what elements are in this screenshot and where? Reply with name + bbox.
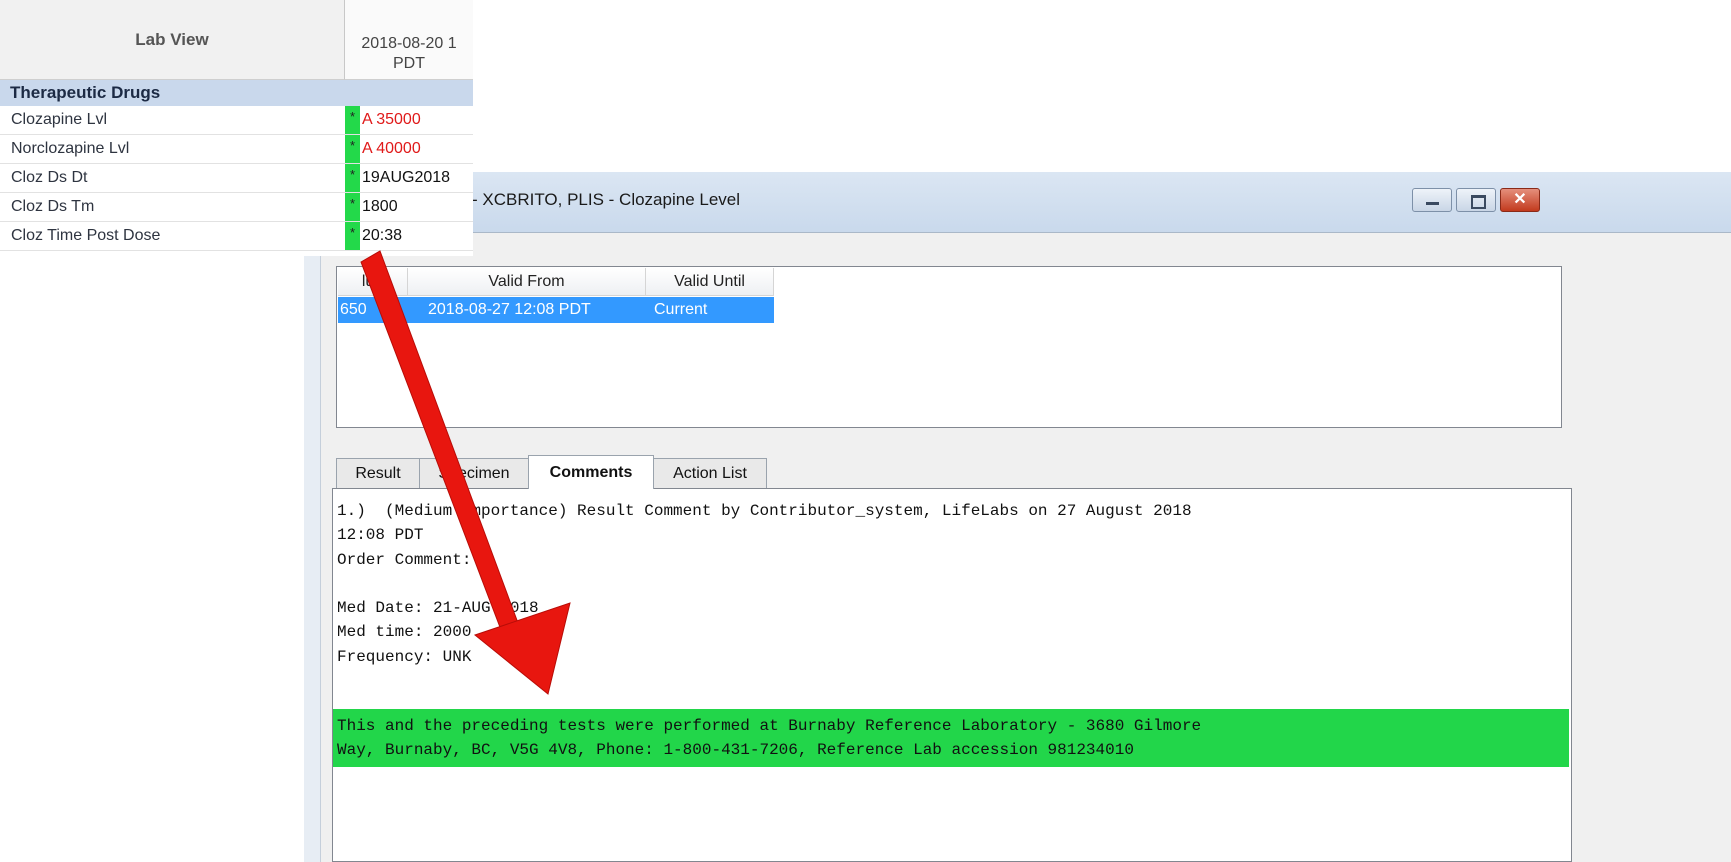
column-header-value[interactable]: lue — [338, 268, 408, 296]
maximize-button[interactable] — [1456, 188, 1496, 212]
history-cell-valid-from: 2018-08-27 12:08 PDT — [428, 301, 591, 318]
lab-row-dose-date[interactable]: Cloz Ds Dt * 19AUG2018 — [0, 164, 473, 193]
comment-line: Med time: 2000 — [337, 623, 472, 642]
result-flag: * — [345, 193, 360, 221]
lab-row-norclozapine[interactable]: Norclozapine Lvl * A 40000 — [0, 135, 473, 164]
tab-action-list[interactable]: Action List — [653, 458, 767, 489]
result-value[interactable]: 1800 — [362, 193, 473, 221]
dialog-left-pane-edge — [304, 232, 321, 862]
lab-note-line: Way, Burnaby, BC, V5G 4V8, Phone: 1-800-… — [337, 741, 1134, 760]
comment-text: 1.) (Medium Importance) Result Comment b… — [337, 499, 1567, 669]
date-header-timezone: PDT — [393, 55, 425, 72]
result-flag: * — [345, 135, 360, 163]
value-history-header: lue Valid From Valid Until — [338, 268, 774, 296]
tab-result[interactable]: Result — [336, 458, 420, 489]
detail-tabs: Result Specimen Comments Action List — [336, 455, 767, 489]
lab-row-time-post-dose[interactable]: Cloz Time Post Dose * 20:38 — [0, 222, 473, 251]
value-history-row[interactable]: 650 2018-08-27 12:08 PDT Current — [338, 297, 774, 323]
value-history-list[interactable]: lue Valid From Valid Until 650 2018-08-2… — [336, 266, 1562, 428]
lab-view-header: Lab View — [0, 0, 345, 80]
lab-row-name: Cloz Time Post Dose — [11, 227, 161, 244]
result-value[interactable]: A 35000 — [362, 106, 473, 134]
comments-panel[interactable]: 1.) (Medium Importance) Result Comment b… — [332, 488, 1572, 862]
dialog-title: - XCBRITO, PLIS - Clozapine Level — [472, 190, 741, 209]
reference-lab-note: This and the preceding tests were perfor… — [333, 709, 1569, 767]
result-flag: * — [345, 164, 360, 192]
section-therapeutic-drugs[interactable]: Therapeutic Drugs — [0, 80, 473, 106]
result-value[interactable]: 19AUG2018 — [362, 164, 473, 192]
lab-view-grid: Lab View 2018-08-20 1 PDT Therapeutic Dr… — [0, 0, 473, 256]
lab-row-name: Cloz Ds Tm — [11, 198, 95, 215]
lab-row-name: Norclozapine Lvl — [11, 140, 130, 157]
dialog-titlebar[interactable]: - XCBRITO, PLIS - Clozapine Level ✕ — [304, 172, 1731, 233]
comment-line — [337, 572, 1567, 596]
tab-comments[interactable]: Comments — [528, 455, 654, 489]
lab-row-name: Cloz Ds Dt — [11, 169, 88, 186]
result-date-column-header[interactable]: 2018-08-20 1 PDT — [345, 0, 473, 80]
comment-line: Med Date: 21-AUG-2018 — [337, 599, 539, 618]
result-value[interactable]: 20:38 — [362, 222, 473, 250]
tab-specimen[interactable]: Specimen — [419, 458, 529, 489]
history-cell-valid-until: Current — [654, 301, 708, 318]
result-flag: * — [345, 106, 360, 134]
close-button[interactable]: ✕ — [1500, 188, 1540, 212]
history-cell-value: 650 — [340, 301, 367, 318]
comment-line: Order Comment: — [337, 550, 472, 569]
result-flag: * — [345, 222, 360, 250]
minimize-button[interactable] — [1412, 188, 1452, 212]
comment-line: 1.) (Medium Importance) Result Comment b… — [337, 502, 1192, 520]
comment-line: 12:08 PDT — [337, 526, 424, 545]
lab-row-dose-time[interactable]: Cloz Ds Tm * 1800 — [0, 193, 473, 222]
lab-row-clozapine[interactable]: Clozapine Lvl * A 35000 — [0, 106, 473, 135]
lab-row-name: Clozapine Lvl — [11, 111, 108, 128]
comment-line: Frequency: UNK — [337, 647, 472, 666]
column-header-valid-from[interactable]: Valid From — [408, 268, 646, 296]
result-value[interactable]: A 40000 — [362, 135, 473, 163]
close-icon: ✕ — [1513, 191, 1527, 208]
column-header-valid-until[interactable]: Valid Until — [646, 268, 774, 296]
date-header-line: 2018-08-20 1 — [361, 35, 457, 52]
lab-note-line: This and the preceding tests were perfor… — [337, 717, 1202, 735]
clozapine-level-dialog: - XCBRITO, PLIS - Clozapine Level ✕ lue … — [304, 172, 1731, 862]
